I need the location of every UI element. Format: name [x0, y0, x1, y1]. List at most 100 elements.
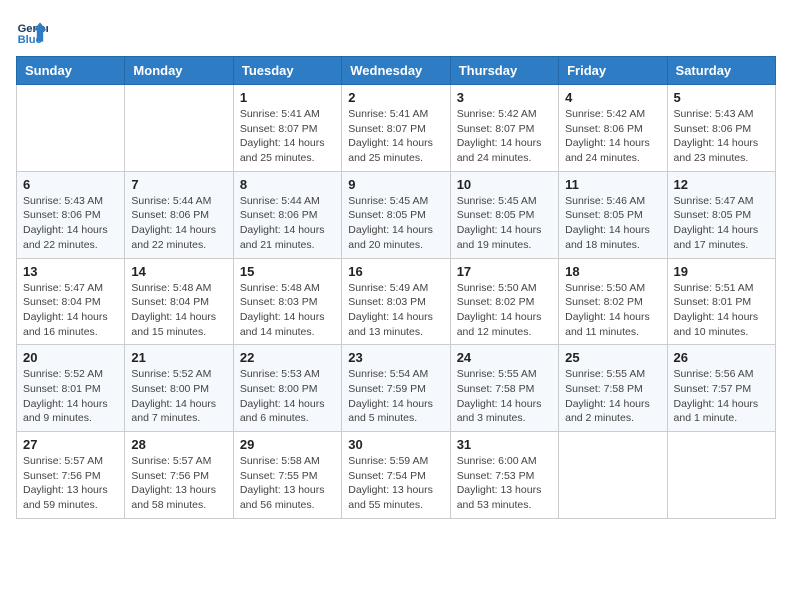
day-info: Sunrise: 5:43 AM Sunset: 8:06 PM Dayligh…: [674, 107, 769, 166]
day-info: Sunrise: 5:50 AM Sunset: 8:02 PM Dayligh…: [457, 281, 552, 340]
day-cell: [17, 85, 125, 172]
weekday-header-row: SundayMondayTuesdayWednesdayThursdayFrid…: [17, 57, 776, 85]
day-info: Sunrise: 5:45 AM Sunset: 8:05 PM Dayligh…: [348, 194, 443, 253]
day-number: 27: [23, 437, 118, 452]
day-info: Sunrise: 5:57 AM Sunset: 7:56 PM Dayligh…: [131, 454, 226, 513]
day-number: 24: [457, 350, 552, 365]
day-cell: 4 Sunrise: 5:42 AM Sunset: 8:06 PM Daylig…: [559, 85, 667, 172]
day-info: Sunrise: 5:48 AM Sunset: 8:03 PM Dayligh…: [240, 281, 335, 340]
day-number: 4: [565, 90, 660, 105]
day-info: Sunrise: 5:57 AM Sunset: 7:56 PM Dayligh…: [23, 454, 118, 513]
weekday-header-saturday: Saturday: [667, 57, 775, 85]
day-number: 11: [565, 177, 660, 192]
day-cell: 23Sunrise: 5:54 AM Sunset: 7:59 PM Dayli…: [342, 345, 450, 432]
day-cell: 7 Sunrise: 5:44 AM Sunset: 8:06 PM Daylig…: [125, 171, 233, 258]
day-number: 26: [674, 350, 769, 365]
day-number: 28: [131, 437, 226, 452]
day-cell: 27 Sunrise: 5:57 AM Sunset: 7:56 PM Dayli…: [17, 432, 125, 519]
day-cell: 25 Sunrise: 5:55 AM Sunset: 7:58 PM Dayli…: [559, 345, 667, 432]
day-cell: 29 Sunrise: 5:58 AM Sunset: 7:55 PM Dayli…: [233, 432, 341, 519]
day-cell: 13Sunrise: 5:47 AM Sunset: 8:04 PM Dayli…: [17, 258, 125, 345]
day-cell: 28 Sunrise: 5:57 AM Sunset: 7:56 PM Dayli…: [125, 432, 233, 519]
day-number: 19: [674, 264, 769, 279]
day-info: Sunrise: 5:52 AM Sunset: 8:01 PM Dayligh…: [23, 367, 118, 426]
day-info: Sunrise: 5:55 AM Sunset: 7:58 PM Dayligh…: [565, 367, 660, 426]
day-info: Sunrise: 5:54 AM Sunset: 7:59 PM Dayligh…: [348, 367, 443, 426]
day-info: Sunrise: 5:47 AM Sunset: 8:05 PM Dayligh…: [674, 194, 769, 253]
day-cell: 22 Sunrise: 5:53 AM Sunset: 8:00 PM Dayli…: [233, 345, 341, 432]
day-info: Sunrise: 5:49 AM Sunset: 8:03 PM Dayligh…: [348, 281, 443, 340]
day-cell: 9 Sunrise: 5:45 AM Sunset: 8:05 PM Daylig…: [342, 171, 450, 258]
day-info: Sunrise: 5:45 AM Sunset: 8:05 PM Dayligh…: [457, 194, 552, 253]
day-number: 25: [565, 350, 660, 365]
day-info: Sunrise: 5:44 AM Sunset: 8:06 PM Dayligh…: [131, 194, 226, 253]
weekday-header-wednesday: Wednesday: [342, 57, 450, 85]
day-cell: 17 Sunrise: 5:50 AM Sunset: 8:02 PM Dayli…: [450, 258, 558, 345]
day-info: Sunrise: 5:53 AM Sunset: 8:00 PM Dayligh…: [240, 367, 335, 426]
day-cell: 12 Sunrise: 5:47 AM Sunset: 8:05 PM Dayli…: [667, 171, 775, 258]
day-cell: 15 Sunrise: 5:48 AM Sunset: 8:03 PM Dayli…: [233, 258, 341, 345]
day-info: Sunrise: 5:58 AM Sunset: 7:55 PM Dayligh…: [240, 454, 335, 513]
day-number: 17: [457, 264, 552, 279]
day-cell: [559, 432, 667, 519]
day-info: Sunrise: 5:41 AM Sunset: 8:07 PM Dayligh…: [348, 107, 443, 166]
day-cell: 18Sunrise: 5:50 AM Sunset: 8:02 PM Dayli…: [559, 258, 667, 345]
day-number: 13: [23, 264, 118, 279]
day-info: Sunrise: 5:42 AM Sunset: 8:07 PM Dayligh…: [457, 107, 552, 166]
day-cell: 10 Sunrise: 5:45 AM Sunset: 8:05 PM Dayli…: [450, 171, 558, 258]
day-number: 7: [131, 177, 226, 192]
day-info: Sunrise: 5:41 AM Sunset: 8:07 PM Dayligh…: [240, 107, 335, 166]
day-number: 18: [565, 264, 660, 279]
logo: General Blue: [16, 16, 48, 48]
week-row-2: 6 Sunrise: 5:43 AM Sunset: 8:06 PM Daylig…: [17, 171, 776, 258]
week-row-3: 13Sunrise: 5:47 AM Sunset: 8:04 PM Dayli…: [17, 258, 776, 345]
day-number: 14: [131, 264, 226, 279]
day-number: 22: [240, 350, 335, 365]
day-info: Sunrise: 6:00 AM Sunset: 7:53 PM Dayligh…: [457, 454, 552, 513]
day-info: Sunrise: 5:56 AM Sunset: 7:57 PM Dayligh…: [674, 367, 769, 426]
day-number: 6: [23, 177, 118, 192]
day-info: Sunrise: 5:59 AM Sunset: 7:54 PM Dayligh…: [348, 454, 443, 513]
day-number: 2: [348, 90, 443, 105]
day-cell: 6 Sunrise: 5:43 AM Sunset: 8:06 PM Daylig…: [17, 171, 125, 258]
day-cell: 19 Sunrise: 5:51 AM Sunset: 8:01 PM Dayli…: [667, 258, 775, 345]
day-number: 15: [240, 264, 335, 279]
day-cell: 30 Sunrise: 5:59 AM Sunset: 7:54 PM Dayli…: [342, 432, 450, 519]
day-cell: 8Sunrise: 5:44 AM Sunset: 8:06 PM Daylig…: [233, 171, 341, 258]
day-cell: [125, 85, 233, 172]
day-cell: 11 Sunrise: 5:46 AM Sunset: 8:05 PM Dayli…: [559, 171, 667, 258]
day-number: 29: [240, 437, 335, 452]
day-cell: 3 Sunrise: 5:42 AM Sunset: 8:07 PM Daylig…: [450, 85, 558, 172]
day-number: 3: [457, 90, 552, 105]
day-cell: 31 Sunrise: 6:00 AM Sunset: 7:53 PM Dayli…: [450, 432, 558, 519]
day-cell: 1 Sunrise: 5:41 AM Sunset: 8:07 PM Daylig…: [233, 85, 341, 172]
day-cell: 5 Sunrise: 5:43 AM Sunset: 8:06 PM Daylig…: [667, 85, 775, 172]
day-cell: 20 Sunrise: 5:52 AM Sunset: 8:01 PM Dayli…: [17, 345, 125, 432]
day-number: 20: [23, 350, 118, 365]
day-info: Sunrise: 5:48 AM Sunset: 8:04 PM Dayligh…: [131, 281, 226, 340]
day-number: 30: [348, 437, 443, 452]
calendar-table: SundayMondayTuesdayWednesdayThursdayFrid…: [16, 56, 776, 519]
day-number: 5: [674, 90, 769, 105]
day-number: 31: [457, 437, 552, 452]
day-cell: 21Sunrise: 5:52 AM Sunset: 8:00 PM Dayli…: [125, 345, 233, 432]
day-info: Sunrise: 5:46 AM Sunset: 8:05 PM Dayligh…: [565, 194, 660, 253]
day-number: 12: [674, 177, 769, 192]
weekday-header-thursday: Thursday: [450, 57, 558, 85]
day-info: Sunrise: 5:43 AM Sunset: 8:06 PM Dayligh…: [23, 194, 118, 253]
day-cell: 16Sunrise: 5:49 AM Sunset: 8:03 PM Dayli…: [342, 258, 450, 345]
day-cell: 26 Sunrise: 5:56 AM Sunset: 7:57 PM Dayli…: [667, 345, 775, 432]
day-number: 9: [348, 177, 443, 192]
day-number: 10: [457, 177, 552, 192]
day-info: Sunrise: 5:55 AM Sunset: 7:58 PM Dayligh…: [457, 367, 552, 426]
day-info: Sunrise: 5:52 AM Sunset: 8:00 PM Dayligh…: [131, 367, 226, 426]
week-row-4: 20 Sunrise: 5:52 AM Sunset: 8:01 PM Dayli…: [17, 345, 776, 432]
day-info: Sunrise: 5:42 AM Sunset: 8:06 PM Dayligh…: [565, 107, 660, 166]
week-row-1: 1 Sunrise: 5:41 AM Sunset: 8:07 PM Daylig…: [17, 85, 776, 172]
weekday-header-tuesday: Tuesday: [233, 57, 341, 85]
weekday-header-friday: Friday: [559, 57, 667, 85]
day-number: 1: [240, 90, 335, 105]
day-info: Sunrise: 5:51 AM Sunset: 8:01 PM Dayligh…: [674, 281, 769, 340]
weekday-header-monday: Monday: [125, 57, 233, 85]
logo-icon: General Blue: [16, 16, 48, 48]
